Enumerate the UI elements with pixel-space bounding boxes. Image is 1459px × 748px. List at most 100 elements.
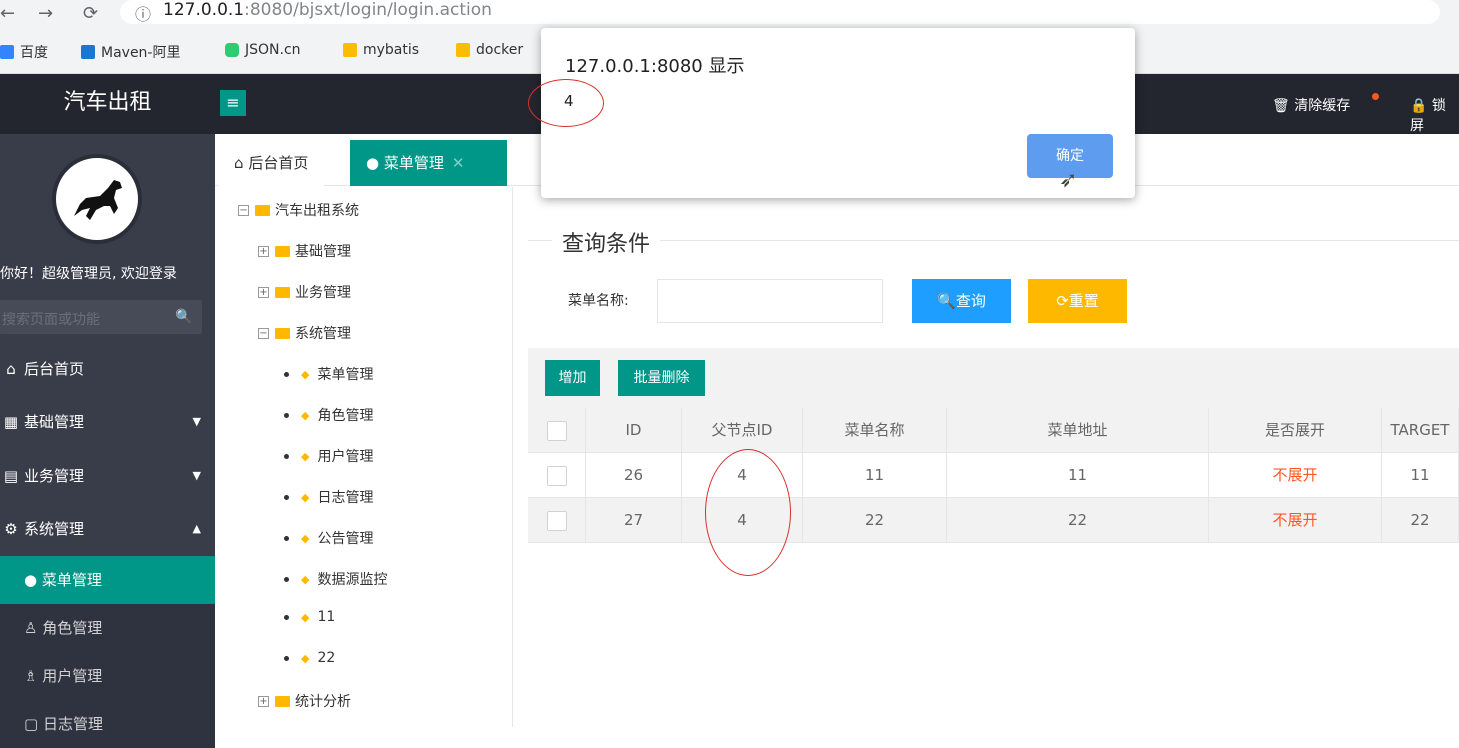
- horse-logo-icon: [74, 180, 122, 220]
- sidebar-item-log-manage[interactable]: ▢ 日志管理: [0, 700, 215, 748]
- table-row[interactable]: 26 4 11 11 不展开 11: [528, 453, 1459, 498]
- column-header[interactable]: 菜单名称: [803, 408, 947, 453]
- bookmark-mybatis[interactable]: mybatis: [343, 42, 419, 58]
- tree-node[interactable]: − 系统管理: [258, 323, 351, 343]
- folder-icon: [275, 695, 290, 707]
- url-text[interactable]: 127.0.0.1:8080/bjsxt/login/login.action: [163, 0, 492, 20]
- expand-icon[interactable]: +: [258, 286, 269, 298]
- user-icon: ♙: [24, 619, 38, 637]
- chevron-down-icon: ▼: [192, 469, 201, 482]
- maven-icon: [81, 45, 95, 59]
- cell-url: 22: [947, 498, 1209, 543]
- tree-node[interactable]: + 基础管理: [258, 241, 351, 261]
- cell-target: 11: [1382, 453, 1459, 498]
- leaf-icon: ◆: [301, 408, 310, 422]
- menu-name-label: 菜单名称:: [568, 293, 629, 309]
- close-icon[interactable]: ✕: [452, 154, 465, 172]
- chevron-down-icon: ▼: [192, 415, 201, 428]
- sidebar-item-business[interactable]: ▤ 业务管理 ▼: [0, 452, 215, 500]
- expand-icon[interactable]: +: [258, 695, 269, 707]
- collapse-icon[interactable]: −: [238, 204, 249, 216]
- folder-open-icon: [275, 327, 290, 339]
- sidebar-item-system[interactable]: ⚙ 系统管理 ▲: [0, 505, 215, 553]
- bookmark-maven[interactable]: Maven-阿里: [81, 42, 180, 62]
- column-header[interactable]: TARGET: [1382, 408, 1459, 453]
- tree-leaf[interactable]: ◆ 角色管理: [284, 405, 373, 425]
- row-select-cell[interactable]: [528, 453, 586, 498]
- tree-leaf[interactable]: ◆ 11: [284, 609, 335, 625]
- doc-icon: ▤: [3, 467, 19, 485]
- bookmark-json[interactable]: JSON.cn: [225, 42, 301, 58]
- column-header[interactable]: ID: [586, 408, 682, 453]
- sidebar-item-user-manage[interactable]: ♗ 用户管理: [0, 652, 215, 700]
- reload-icon[interactable]: ⟳: [83, 3, 98, 24]
- select-all-cell[interactable]: [528, 408, 586, 453]
- browser-address-bar: ← → ⟳ ⓘ 127.0.0.1:8080/bjsxt/login/login…: [0, 0, 1459, 30]
- cell-id: 27: [586, 498, 682, 543]
- leaf-icon: ◆: [301, 367, 310, 381]
- leaf-icon: ◆: [301, 651, 310, 665]
- grid-icon: ▦: [3, 413, 19, 431]
- batch-delete-button[interactable]: 批量删除: [618, 360, 705, 396]
- back-icon[interactable]: ←: [0, 3, 15, 24]
- tree-leaf[interactable]: ◆ 公告管理: [284, 528, 373, 548]
- tree-leaf[interactable]: ◆ 日志管理: [284, 487, 373, 507]
- reset-button[interactable]: ⟳重置: [1028, 279, 1127, 323]
- row-select-cell[interactable]: [528, 498, 586, 543]
- home-icon: ⌂: [6, 360, 16, 378]
- sidebar-item-home[interactable]: ⌂ 后台首页: [0, 345, 215, 393]
- bookmark-baidu[interactable]: 百度: [0, 42, 48, 62]
- search-button[interactable]: 🔍查询: [912, 279, 1011, 323]
- bookmark-docker[interactable]: docker: [456, 42, 523, 58]
- tree-leaf[interactable]: ◆ 用户管理: [284, 446, 373, 466]
- column-header[interactable]: 父节点ID: [682, 408, 803, 453]
- forward-icon[interactable]: →: [38, 3, 53, 24]
- tree-leaf[interactable]: ◆ 菜单管理: [284, 364, 373, 384]
- add-button[interactable]: 增加: [545, 360, 600, 396]
- menu-toggle-button[interactable]: ≡: [220, 90, 246, 116]
- sidebar-search-input[interactable]: 搜索页面或功能: [2, 309, 100, 329]
- leaf-icon: ◆: [301, 531, 310, 545]
- leaf-icon: ◆: [301, 449, 310, 463]
- leaf-icon: ◆: [301, 610, 310, 624]
- lock-screen-link[interactable]: 🔒 锁屏: [1410, 95, 1459, 135]
- folder-icon: [275, 245, 290, 257]
- tree-node[interactable]: + 统计分析: [258, 691, 351, 711]
- table-row[interactable]: 27 4 22 22 不展开 22: [528, 498, 1459, 543]
- search-icon: 🔍: [937, 292, 956, 310]
- cell-target: 22: [1382, 498, 1459, 543]
- lock-icon: 🔒: [1410, 98, 1428, 114]
- search-icon[interactable]: 🔍: [175, 309, 192, 325]
- annotation-ellipse: [705, 449, 791, 576]
- collapse-icon[interactable]: −: [258, 327, 269, 339]
- row-checkbox[interactable]: [546, 465, 567, 486]
- log-icon: ▢: [24, 715, 39, 733]
- tree-node[interactable]: + 业务管理: [258, 282, 351, 302]
- tab-menu-manage[interactable]: ● 菜单管理 ✕: [350, 140, 507, 186]
- tree-leaf[interactable]: ◆ 22: [284, 650, 335, 666]
- menu-name-input[interactable]: [657, 279, 883, 323]
- clear-cache-link[interactable]: 🗑 清除缓存: [1272, 95, 1350, 115]
- chevron-up-icon: ▲: [192, 522, 201, 535]
- info-icon[interactable]: ⓘ: [135, 1, 151, 25]
- tab-home[interactable]: ⌂ 后台首页: [218, 140, 325, 186]
- cell-url: 11: [947, 453, 1209, 498]
- row-checkbox[interactable]: [546, 510, 567, 531]
- sidebar-item-menu-manage[interactable]: ● 菜单管理: [0, 556, 215, 604]
- column-header[interactable]: 菜单地址: [947, 408, 1209, 453]
- expand-icon[interactable]: +: [258, 245, 269, 257]
- column-header[interactable]: 是否展开: [1209, 408, 1382, 453]
- tree-leaf[interactable]: ◆ 数据源监控: [284, 569, 387, 589]
- cell-id: 26: [586, 453, 682, 498]
- folder-open-icon: [255, 204, 270, 216]
- folder-icon: [275, 286, 290, 298]
- gear-icon: ⚙: [4, 520, 18, 538]
- sidebar-item-role-manage[interactable]: ♙ 角色管理: [0, 604, 215, 652]
- tree-root[interactable]: − 汽车出租系统: [238, 200, 359, 220]
- annotation-ellipse: [528, 79, 604, 127]
- trash-icon: 🗑: [1272, 98, 1290, 114]
- select-all-checkbox[interactable]: [546, 420, 567, 441]
- avatar[interactable]: [52, 154, 142, 244]
- sidebar-item-basic[interactable]: ▦ 基础管理 ▼: [0, 398, 215, 446]
- refresh-icon: ⟳: [1056, 292, 1069, 310]
